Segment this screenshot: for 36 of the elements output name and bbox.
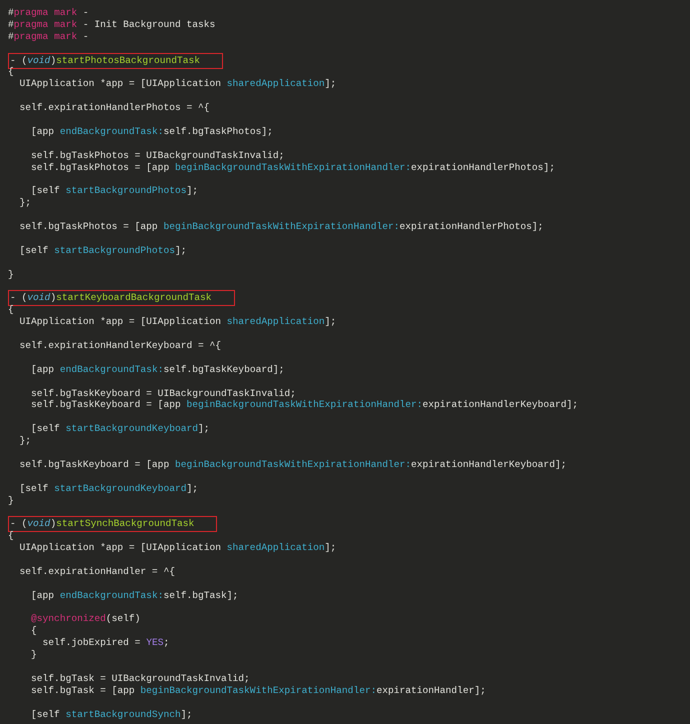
- code-line: }: [8, 494, 14, 506]
- code-line: #pragma mark -: [8, 30, 89, 43]
- code-line: }: [30, 649, 37, 661]
- code-line: UIApplication *app = [UIApplication sharedApplication];: [18, 542, 336, 554]
- code-line: #pragma mark -: [8, 7, 89, 19]
- code-line: [app endBackgroundTask:self.bgTask];: [30, 590, 238, 602]
- code-line: [self startBackgroundPhotos];: [18, 244, 186, 257]
- code-line: self.expirationHandlerKeyboard = ^{: [18, 340, 222, 352]
- code-line: self.expirationHandler = ^{: [18, 566, 175, 578]
- code-line: [self startBackgroundSynch];: [30, 708, 192, 720]
- code-line: };: [18, 197, 32, 210]
- code-line: [app endBackgroundTask:self.bgTaskKeyboard];: [30, 364, 284, 376]
- code-line: UIApplication *app = [UIApplication sharedApplication];: [18, 78, 336, 90]
- code-line: self.bgTask = [app beginBackgroundTaskWithExpirationHandler:expirationHandler];: [30, 684, 486, 697]
- code-line: {: [30, 625, 37, 638]
- code-line: self.bgTaskKeyboard = [app beginBackgroundTaskWithExpirationHandler:expirationHandlerKeyboard];: [30, 399, 578, 412]
- code-line: #pragma mark - Init Background tasks: [8, 18, 216, 31]
- code-line: [self startBackgroundPhotos];: [30, 185, 198, 198]
- code-line: UIApplication *app = [UIApplication sharedApplication];: [18, 316, 336, 328]
- code-line: self.bgTaskPhotos = UIBackgroundTaskInvalid;: [30, 150, 284, 162]
- code-line: self.bgTaskKeyboard = [app beginBackgroundTaskWithExpirationHandler:expirationHandlerKeyboard];: [18, 458, 566, 471]
- code-line: self.bgTaskPhotos = [app beginBackgroundTaskWithExpirationHandler:expirationHandlerPhotos];: [30, 162, 555, 174]
- code-line: self.bgTask = UIBackgroundTaskInvalid;: [30, 672, 250, 685]
- code-line: }: [8, 268, 14, 280]
- code-line: [app endBackgroundTask:self.bgTaskPhotos];: [30, 126, 273, 138]
- code-line: self.expirationHandlerPhotos = ^{: [18, 102, 210, 114]
- code-line: self.jobExpired = YES;: [42, 637, 170, 650]
- code-line: {: [8, 304, 14, 316]
- code-line: [self startBackgroundKeyboard];: [18, 482, 198, 495]
- code-line: self.bgTaskPhotos = [app beginBackgroundTaskWithExpirationHandler:expirationHandlerPhotos];: [18, 221, 544, 233]
- code-line: @synchronized(self): [30, 613, 140, 626]
- code-line: self.bgTaskKeyboard = UIBackgroundTaskInvalid;: [30, 388, 296, 400]
- code-line: {: [8, 530, 14, 542]
- code-line: };: [18, 435, 32, 447]
- code-line: [self startBackgroundKeyboard];: [30, 423, 210, 436]
- code-line: {: [8, 66, 14, 78]
